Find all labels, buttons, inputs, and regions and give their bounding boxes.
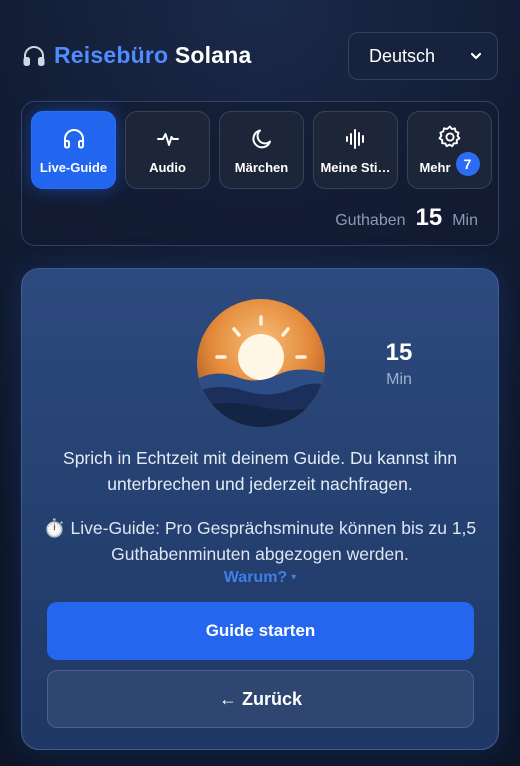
tab-label: Meine Sti…	[320, 159, 391, 175]
tab-meine-stimme[interactable]: Meine Sti…	[313, 111, 398, 189]
tab-label: Audio	[149, 159, 186, 175]
sunset-illustration-icon	[197, 299, 325, 427]
billing-note-text: Live-Guide: Pro Gesprächsminute können b…	[70, 518, 477, 564]
credit-unit: Min	[452, 212, 478, 229]
brand-title-part2: Solana	[174, 42, 252, 68]
chevron-down-icon	[470, 52, 482, 60]
gear-icon	[438, 125, 460, 148]
why-link[interactable]: Warum? ▾	[22, 569, 498, 587]
language-select-value: Deutsch	[369, 45, 436, 66]
voice-bars-icon	[345, 128, 364, 149]
why-link-label: Warum?	[223, 569, 288, 586]
stopwatch-icon: ⏱️	[43, 518, 66, 538]
notification-badge: 7	[455, 152, 480, 176]
waveform-icon	[156, 132, 179, 146]
brand-title: Reisebüro Solana	[54, 42, 252, 69]
moon-icon	[251, 129, 271, 148]
tab-label: Mehr	[419, 159, 451, 175]
timer-value: 15	[385, 339, 413, 366]
brand-title-part1: Reisebüro	[54, 42, 169, 68]
tab-maerchen[interactable]: Märchen	[219, 111, 304, 189]
description-text: Sprich in Echtzeit mit deinem Guide. Du …	[63, 448, 457, 494]
live-guide-card: 15 Min Sprich in Echtzeit mit deinem Gui…	[21, 268, 499, 750]
credit-balance: Guthaben 15 Min	[335, 204, 478, 232]
back-button[interactable]: ← Zurück	[47, 670, 474, 728]
billing-note: ⏱️ Live-Guide: Pro Gesprächsminute könne…	[42, 515, 478, 567]
tab-audio[interactable]: Audio	[125, 111, 210, 189]
brand: Reisebüro Solana	[22, 42, 252, 69]
mode-panel: Live-Guide Audio Märchen Meine Sti… Mehr…	[21, 101, 499, 246]
headphones-icon	[23, 45, 45, 66]
tab-live-guide[interactable]: Live-Guide	[31, 111, 116, 189]
app-header: Reisebüro Solana Deutsch	[22, 32, 498, 80]
tab-mehr-row: Mehr 7	[419, 152, 480, 176]
tab-label: Live-Guide	[39, 159, 108, 175]
tab-label: Märchen	[234, 159, 289, 175]
start-guide-button[interactable]: Guide starten	[47, 602, 474, 660]
headphones-icon	[63, 128, 84, 148]
caret-down-icon: ▾	[291, 572, 297, 584]
timer-unit: Min	[386, 371, 412, 388]
credit-label: Guthaben	[335, 212, 406, 229]
credit-value: 15	[415, 204, 443, 231]
mode-tabs: Live-Guide Audio Märchen Meine Sti… Mehr…	[31, 111, 492, 189]
tab-mehr[interactable]: Mehr 7	[407, 111, 492, 189]
language-select[interactable]: Deutsch	[348, 32, 498, 80]
